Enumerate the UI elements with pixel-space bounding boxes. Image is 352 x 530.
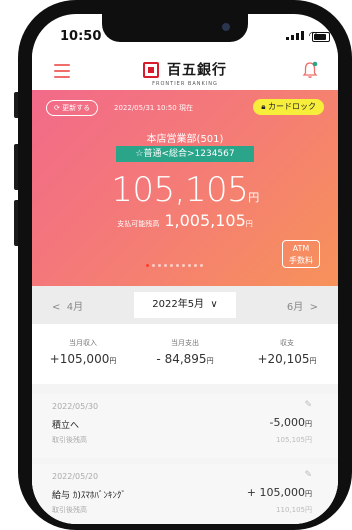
card-lock-label: カードロック bbox=[268, 102, 316, 111]
bank-logo-mark-icon bbox=[142, 61, 159, 78]
transaction-list: 2022/05/30 ✎ 積立へ -5,000円 取引後残高 105,105円 … bbox=[32, 384, 338, 524]
expense-unit: 円 bbox=[206, 357, 214, 365]
atm-fee-button[interactable]: ATM 手数料 bbox=[282, 240, 320, 268]
page-dot[interactable] bbox=[182, 264, 185, 267]
balance-unit: 円 bbox=[248, 191, 259, 204]
post-balance-label: 取引後残高 bbox=[52, 436, 87, 444]
page-indicator[interactable] bbox=[146, 264, 203, 267]
available-amount: 1,005,105 bbox=[164, 211, 246, 230]
income-unit: 円 bbox=[109, 357, 117, 365]
transaction-row[interactable]: 2022/05/20 ✎ 給与 ｶ)ｽﾏﾎﾊﾞﾝｷﾝｸﾞ + 105,000円 … bbox=[32, 464, 338, 524]
page-dot[interactable] bbox=[188, 264, 191, 267]
page-dot[interactable] bbox=[176, 264, 179, 267]
transaction-amount: -5,000 bbox=[269, 416, 305, 429]
refresh-icon: ⟳ bbox=[54, 104, 63, 112]
page-dot[interactable] bbox=[200, 264, 203, 267]
current-month-label: 2022年5月 bbox=[152, 299, 205, 310]
notification-bell-icon[interactable] bbox=[302, 61, 318, 79]
bank-name: 百五銀行 bbox=[167, 62, 228, 79]
expense-amount: - 84,895 bbox=[156, 352, 207, 366]
income-amount: +105,000 bbox=[49, 352, 110, 366]
month-selector: < 4月 2022年5月 ∨ 6月 > bbox=[32, 286, 338, 324]
post-balance-value: 110,105円 bbox=[276, 506, 312, 514]
card-lock-button[interactable]: 🔒︎ カードロック bbox=[253, 99, 324, 115]
page-dot[interactable] bbox=[194, 264, 197, 267]
balance-amount: 105,105 bbox=[111, 170, 249, 210]
refresh-button[interactable]: ⟳ 更新する bbox=[46, 100, 99, 116]
status-bar: 10:50 ◠ bbox=[32, 14, 338, 50]
phone-screen: 10:50 ◠ 百五銀行 FRONTIER BANKING ⟳ 更新する 202… bbox=[32, 14, 338, 524]
refresh-label: 更新する bbox=[62, 104, 91, 112]
branch-name: 本店営業部(501) bbox=[146, 134, 224, 145]
transaction-unit: 円 bbox=[305, 490, 312, 498]
net-summary: 収支 +20,105円 bbox=[236, 338, 338, 366]
income-label: 当月収入 bbox=[69, 339, 97, 347]
page-dot[interactable] bbox=[146, 264, 149, 267]
post-balance-label: 取引後残高 bbox=[52, 506, 87, 514]
updated-timestamp: 2022/05/31 10:50 現在 bbox=[114, 104, 193, 112]
notch bbox=[102, 14, 248, 42]
page-dot[interactable] bbox=[164, 264, 167, 267]
bank-logo: 百五銀行 FRONTIER BANKING bbox=[32, 59, 338, 87]
net-unit: 円 bbox=[309, 357, 317, 365]
edit-pencil-icon[interactable]: ✎ bbox=[304, 470, 312, 480]
available-balance: 支払可能残高 1,005,105円 bbox=[32, 211, 338, 230]
battery-icon bbox=[312, 32, 330, 42]
account-number-badge: ☆普通<総合>1234567 bbox=[116, 146, 254, 162]
page-dot[interactable] bbox=[170, 264, 173, 267]
account-card: ⟳ 更新する 2022/05/31 10:50 現在 🔒︎ カードロック 本店営… bbox=[32, 90, 338, 286]
transaction-name: 積立へ bbox=[52, 421, 80, 431]
transaction-unit: 円 bbox=[305, 420, 312, 428]
prev-month-button[interactable]: < 4月 bbox=[52, 298, 83, 313]
transaction-date: 2022/05/30 bbox=[52, 402, 99, 411]
current-month-dropdown[interactable]: 2022年5月 ∨ bbox=[134, 292, 236, 318]
transaction-name: 給与 ｶ)ｽﾏﾎﾊﾞﾝｷﾝｸﾞ bbox=[52, 491, 126, 501]
income-summary: 当月収入 +105,000円 bbox=[32, 338, 134, 366]
bank-name-en: FRONTIER BANKING bbox=[152, 80, 218, 87]
expense-summary: 当月支出 - 84,895円 bbox=[134, 338, 236, 366]
monthly-summary: 当月収入 +105,000円 当月支出 - 84,895円 収支 +20,105… bbox=[32, 324, 338, 384]
post-balance-value: 105,105円 bbox=[276, 436, 312, 444]
net-amount: +20,105 bbox=[257, 352, 310, 366]
available-unit: 円 bbox=[245, 220, 253, 228]
page-dot[interactable] bbox=[152, 264, 155, 267]
app-header: 百五銀行 FRONTIER BANKING bbox=[32, 50, 338, 90]
atm-fee-label: 手数料 bbox=[289, 256, 313, 265]
signal-icon bbox=[286, 31, 304, 40]
page-dot[interactable] bbox=[158, 264, 161, 267]
transaction-amount: + 105,000 bbox=[246, 486, 305, 499]
camera-icon bbox=[222, 23, 230, 31]
account-balance: 105,105円 bbox=[32, 170, 338, 210]
prev-month-label: 4月 bbox=[66, 302, 84, 313]
atm-label: ATM bbox=[292, 244, 310, 253]
transaction-row[interactable]: 2022/05/30 ✎ 積立へ -5,000円 取引後残高 105,105円 bbox=[32, 394, 338, 458]
available-label: 支払可能残高 bbox=[117, 220, 160, 228]
next-month-button[interactable]: 6月 > bbox=[287, 298, 318, 313]
next-month-label: 6月 bbox=[286, 302, 304, 313]
net-label: 収支 bbox=[280, 339, 294, 347]
edit-pencil-icon[interactable]: ✎ bbox=[304, 400, 312, 410]
chevron-down-icon: ∨ bbox=[210, 299, 218, 310]
lock-icon: 🔒︎ bbox=[261, 102, 268, 111]
status-time: 10:50 bbox=[60, 29, 102, 44]
transaction-date: 2022/05/20 bbox=[52, 472, 99, 481]
expense-label: 当月支出 bbox=[171, 339, 199, 347]
